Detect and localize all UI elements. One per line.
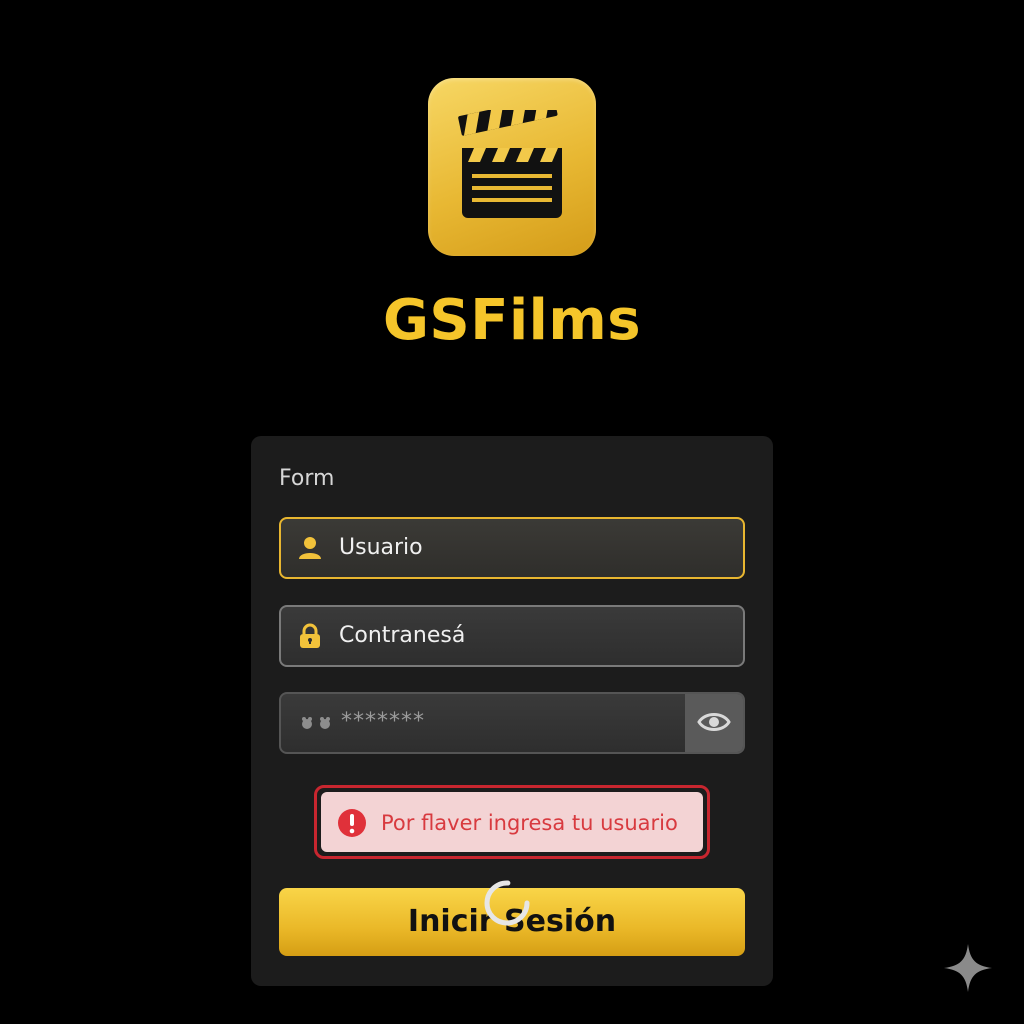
password-input[interactable]: ******* xyxy=(279,692,745,754)
error-message-inner: Por flaver ingresa tu usuario xyxy=(321,792,703,852)
login-form-card: Form Usuario Contranesá ******* Por flav… xyxy=(251,436,773,986)
form-heading: Form xyxy=(279,466,335,491)
user-icon xyxy=(299,537,321,559)
error-message-text: Por flaver ingresa tu usuario xyxy=(381,811,678,835)
sparkle-icon xyxy=(944,944,992,992)
login-screen: GSFilms Form Usuario Contranesá ******* … xyxy=(0,0,1024,1024)
clapperboard-icon xyxy=(458,110,562,218)
password-label: Contranesá xyxy=(339,623,466,648)
error-message-box: Por flaver ingresa tu usuario xyxy=(314,785,710,859)
username-field[interactable]: Usuario xyxy=(279,517,745,579)
password-field[interactable]: Contranesá xyxy=(279,605,745,667)
show-password-toggle[interactable] xyxy=(685,694,743,752)
password-masked-value: ******* xyxy=(341,709,425,734)
eye-icon xyxy=(697,713,731,731)
app-logo xyxy=(428,78,596,256)
alert-icon xyxy=(338,809,366,837)
loading-spinner-icon xyxy=(484,880,530,926)
paw-dots-icon xyxy=(302,717,330,729)
lock-icon xyxy=(300,623,320,648)
app-title: GSFilms xyxy=(382,288,642,353)
username-label: Usuario xyxy=(339,535,423,560)
